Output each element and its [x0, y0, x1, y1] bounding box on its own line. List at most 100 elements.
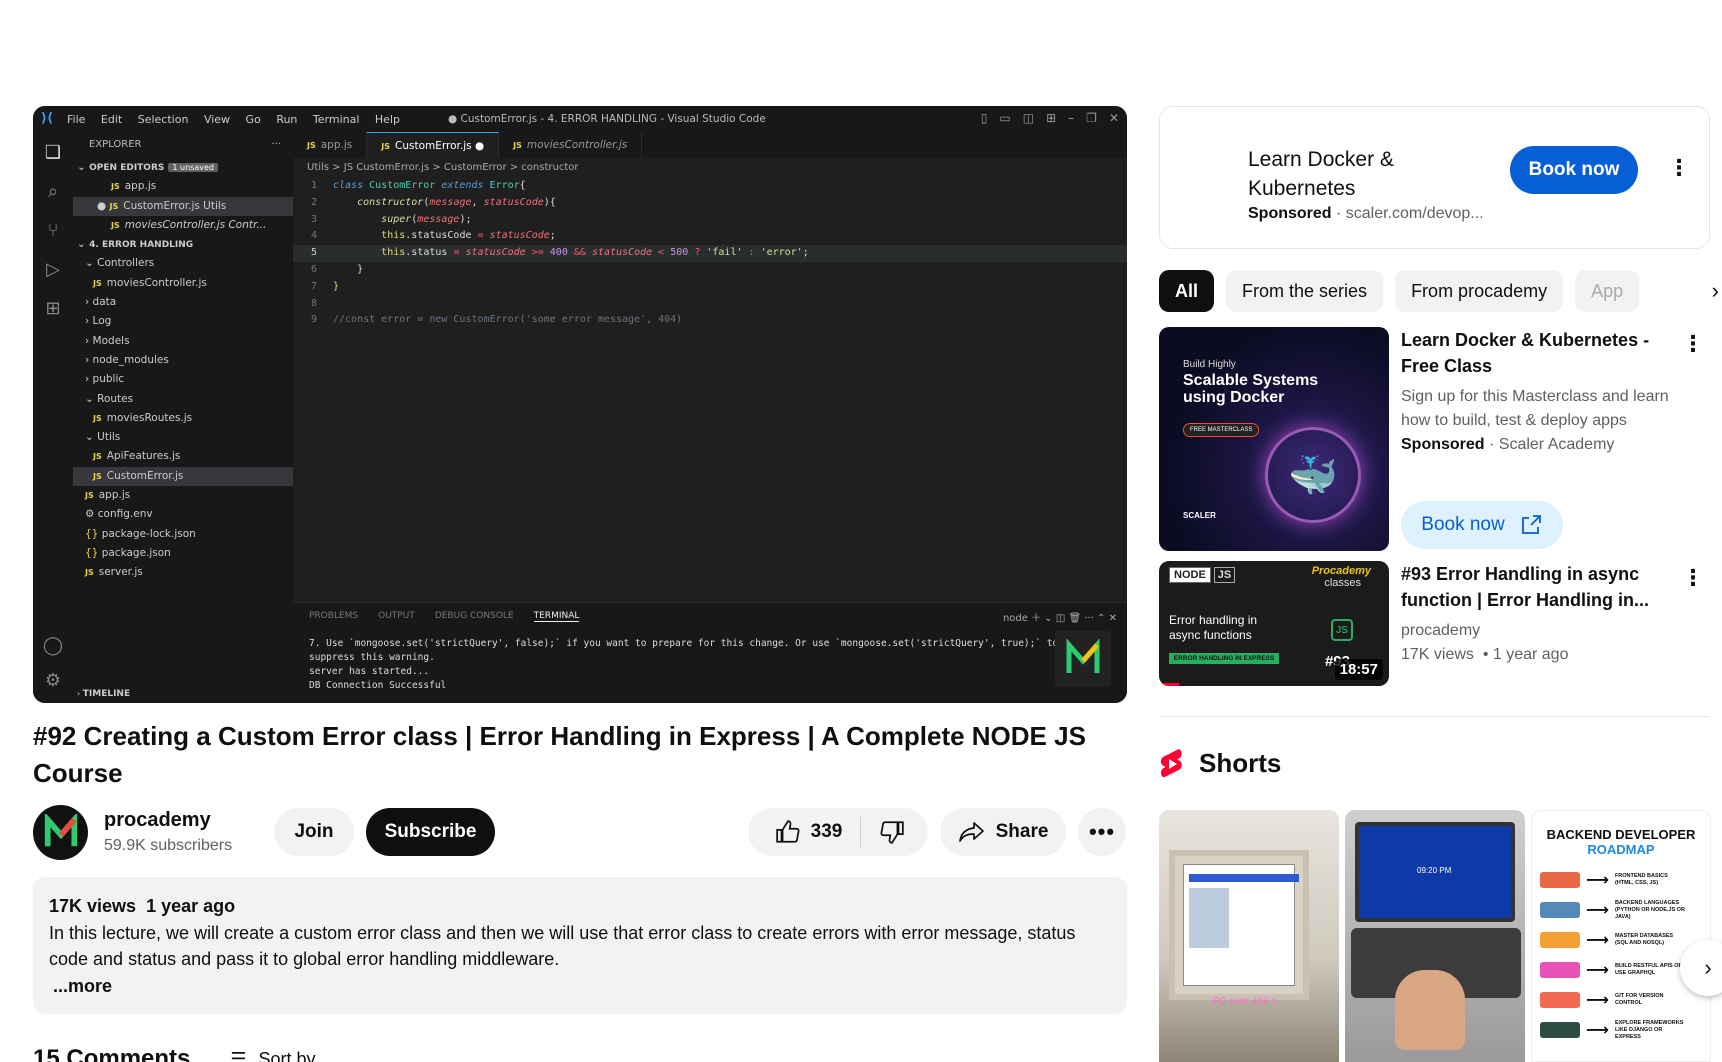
- thumbs-down-icon: [880, 821, 905, 844]
- gear-icon: ⚙: [85, 508, 98, 521]
- file-tree-label: public: [92, 373, 125, 386]
- book-now-button[interactable]: Book now: [1510, 146, 1638, 194]
- subscribe-button[interactable]: Subscribe: [366, 808, 495, 856]
- more-vert-icon[interactable]: ⋮: [1668, 157, 1690, 179]
- file-tree: ⌄ Controllers JS moviesController.js › data…: [73, 254, 293, 582]
- like-button[interactable]: 339: [771, 817, 862, 847]
- rec-title[interactable]: Learn Docker & Kubernetes - Free Class: [1401, 327, 1661, 379]
- json-file-icon: {}: [85, 527, 102, 540]
- thumb-brand2: classes: [1324, 577, 1361, 589]
- arrow-right-icon: ⟶: [1586, 1022, 1609, 1039]
- ad-title[interactable]: Learn Docker & Kubernetes: [1248, 145, 1448, 203]
- laptop-time: 09:20 PM: [1417, 866, 1452, 875]
- shorts-logo-icon: [1160, 748, 1182, 777]
- video-thumbnail[interactable]: NODE JS Procademy classes Error handling …: [1159, 561, 1389, 686]
- chevron-right-icon[interactable]: ›: [1712, 278, 1719, 304]
- panel-icon: ▭: [999, 111, 1011, 125]
- file-tree-label: moviesRoutes.js: [106, 411, 193, 424]
- roadmap-label: EXPLORE FRAMEWORKS LIKE DJANGO OR EXPRES…: [1614, 1019, 1684, 1040]
- upload-age: 1 year ago: [146, 896, 236, 916]
- js-file-icon: JS: [307, 141, 316, 150]
- video-player[interactable]: ⟩⟨ File Edit Selection View Go Run Termi…: [33, 106, 1127, 703]
- split-icon: ◫: [1022, 111, 1035, 125]
- thumb-brand: SCALER: [1183, 511, 1216, 520]
- js-file-icon: JS: [85, 568, 94, 578]
- recommendation-sponsored[interactable]: Build Highly Scalable Systems using Dock…: [1159, 327, 1710, 552]
- more-actions-button[interactable]: •••: [1078, 808, 1126, 856]
- crt-monitor-illustration: [1169, 850, 1309, 1000]
- chip-app[interactable]: App: [1575, 270, 1640, 312]
- thumb-brand: Procademy: [1311, 565, 1371, 577]
- book-now-label: Book now: [1421, 514, 1505, 535]
- rec-meta: Sponsored · Scaler Academy: [1401, 436, 1615, 453]
- chevron-down-icon: ⌄: [85, 392, 98, 405]
- short-item[interactable]: PC user 486 >: [1159, 810, 1339, 1062]
- js-file-icon: JS: [93, 413, 102, 423]
- editor-tabs: JS app.js JS CustomError.js ● JS moviesCont…: [293, 132, 1127, 158]
- video-thumbnail[interactable]: Build Highly Scalable Systems using Dock…: [1159, 327, 1389, 551]
- file-tree-item: › Models: [73, 332, 293, 351]
- line-number: 2: [310, 196, 317, 208]
- tech-logo-icon: [1540, 932, 1580, 948]
- roadmap-item: ⟶ MASTER DATABASES (SQL AND NOSQL): [1540, 925, 1702, 955]
- open-editors-section: ⌄ OPEN EDITORS 1 unsaved: [73, 158, 293, 177]
- rec-age: 1 year ago: [1492, 646, 1569, 663]
- rec-title[interactable]: #93 Error Handling in async function | E…: [1401, 561, 1661, 613]
- join-button[interactable]: Join: [274, 808, 354, 856]
- channel-row: procademy 59.9K subscribers Join Subscri…: [33, 805, 1127, 860]
- vscode-logo-icon: ⟩⟨: [41, 111, 53, 126]
- roadmap-label: BUILD RESTFUL APIS OR USE GRAPHQL: [1614, 963, 1683, 976]
- roadmap-label: BACKEND LANGUAGES (PYTHON OR NODE.JS OR …: [1614, 899, 1685, 920]
- thumb-headline: Scalable Systems using Docker: [1183, 372, 1319, 406]
- roadmap-item: ⟶ BACKEND LANGUAGES (PYTHON OR NODE.JS OR…: [1540, 895, 1702, 925]
- advertiser-name: Scaler Academy: [1498, 436, 1615, 453]
- chevron-down-icon: ⌄: [77, 161, 90, 173]
- roadmap-label: GIT FOR VERSION CONTROL: [1614, 993, 1664, 1006]
- view-meta: 17K views 1 year ago: [49, 893, 1111, 920]
- file-tree-item: {} package-lock.json: [73, 525, 293, 544]
- terminal-line: suppress this warning.: [309, 652, 435, 663]
- description-box[interactable]: 17K views 1 year ago In this lecture, we…: [33, 877, 1127, 1014]
- sort-by-button[interactable]: ☰ Sort by: [230, 1045, 315, 1062]
- file-tree-label: node_modules: [92, 353, 169, 366]
- files-icon: ❏: [44, 142, 62, 163]
- channel-avatar[interactable]: [33, 805, 88, 860]
- run-debug-icon: ▷: [46, 259, 60, 280]
- file-tree-label: app.js: [98, 489, 131, 502]
- thumb-strip: ERROR HANDLING IN EXPRESS: [1169, 653, 1279, 664]
- short-caption: PC user 486 >: [1213, 996, 1278, 1007]
- more-vert-icon[interactable]: ⋮: [1682, 333, 1704, 355]
- chip-from-procademy[interactable]: From procademy: [1395, 270, 1564, 312]
- channel-name[interactable]: procademy: [104, 809, 211, 832]
- vscode-menu-item: Run: [276, 112, 298, 126]
- short-item[interactable]: 09:20 PM: [1345, 810, 1525, 1062]
- terminal-line: DB Connection Successful: [309, 680, 447, 691]
- file-tree-label: ApiFeatures.js: [106, 450, 181, 463]
- book-now-outline-button[interactable]: Book now: [1401, 501, 1563, 549]
- sponsored-ad-card[interactable]: Learn Docker & Kubernetes Sponsored · sc…: [1159, 106, 1710, 249]
- tech-logo-icon: [1540, 992, 1580, 1008]
- grid-icon: ⊞: [1046, 111, 1057, 125]
- short-item[interactable]: BACKEND DEVELOPER ROADMAP ⟶ FRONTEND BASI…: [1531, 810, 1711, 1062]
- file-tree-label: server.js: [98, 566, 143, 579]
- open-editor-item: JS app.js: [73, 177, 293, 196]
- chevron-right-icon: ›: [85, 334, 93, 347]
- file-tree-item: ⌄ Routes: [73, 390, 293, 409]
- file-tree-label: moviesController.js: [106, 276, 207, 289]
- rec-channel[interactable]: procademy: [1401, 619, 1480, 643]
- file-tree-label: config.env: [97, 508, 153, 521]
- chip-from-the-series[interactable]: From the series: [1226, 270, 1384, 312]
- sort-label: Sort by: [258, 1048, 316, 1062]
- more-vert-icon[interactable]: ⋮: [1682, 567, 1704, 589]
- docker-whale-icon: 🐳: [1265, 427, 1361, 523]
- file-tree-item: › data: [73, 293, 293, 312]
- recommendation-video[interactable]: NODE JS Procademy classes Error handling …: [1159, 561, 1710, 687]
- share-button[interactable]: Share: [940, 808, 1066, 856]
- section-divider: [1159, 716, 1710, 717]
- show-more-link[interactable]: ...more: [49, 973, 1111, 1000]
- file-tree-label: data: [92, 296, 117, 309]
- vscode-menu-item: File: [67, 112, 86, 126]
- thumb-small-text: Build Highly: [1183, 359, 1236, 370]
- chip-all[interactable]: All: [1159, 270, 1215, 312]
- dislike-button[interactable]: [861, 819, 905, 845]
